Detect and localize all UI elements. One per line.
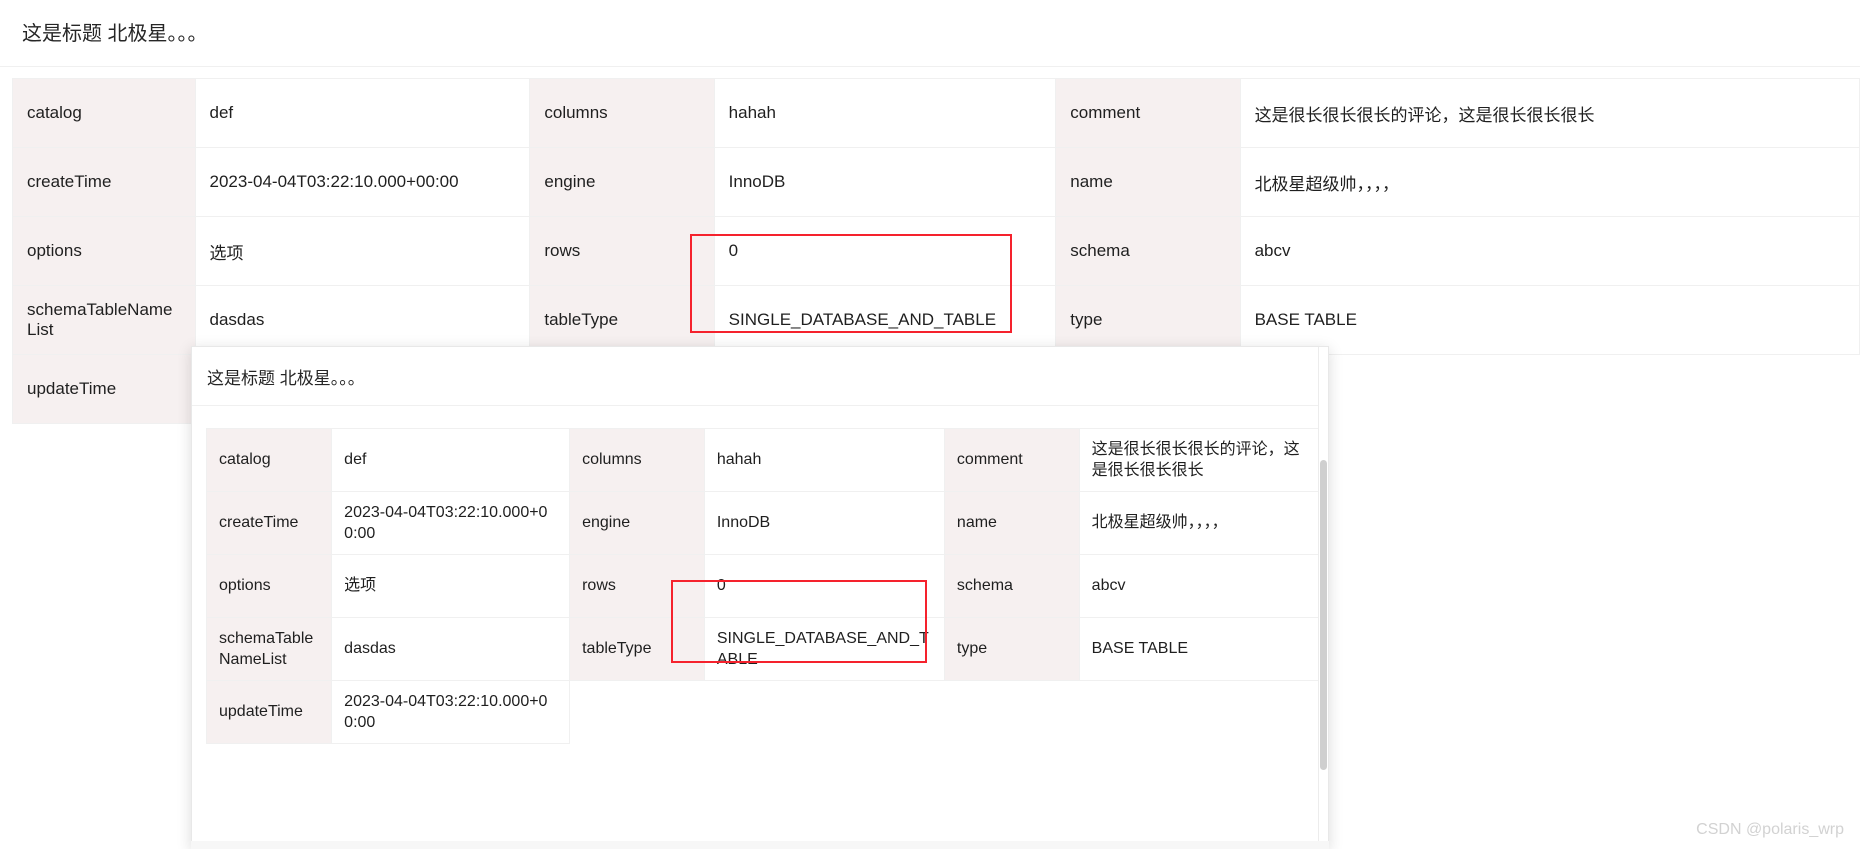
top-label-tabletype: tableType xyxy=(529,285,715,355)
panel-title-divider xyxy=(192,405,1328,406)
panel-bottom-shade xyxy=(191,841,1329,849)
panel-value-columns: hahah xyxy=(704,428,945,492)
panel-value-tabletype: SINGLE_DATABASE_AND_TABLE xyxy=(704,617,945,681)
panel-value-options: 选项 xyxy=(331,554,571,618)
top-title-divider xyxy=(0,66,1860,67)
top-label-createtime: createTime xyxy=(12,147,196,217)
panel-label-tabletype: tableType xyxy=(569,617,705,681)
panel-value-engine: InnoDB xyxy=(704,491,945,555)
top-label-catalog: catalog xyxy=(12,78,196,148)
table-row: options 选项 rows 0 schema abcv xyxy=(206,554,1328,618)
top-page-title: 这是标题 北极星。。。 xyxy=(22,23,208,45)
top-value-columns: hahah xyxy=(714,78,1057,148)
panel-title: 这是标题 北极星。。。 xyxy=(207,369,365,388)
preview-panel[interactable]: 这是标题 北极星。。。 catalog def columns hahah co… xyxy=(191,346,1329,849)
top-value-tabletype: SINGLE_DATABASE_AND_TABLE xyxy=(714,285,1057,355)
panel-value-type: BASE TABLE xyxy=(1079,617,1328,681)
panel-value-updatetime: 2023-04-04T03:22:10.000+00:00 xyxy=(331,680,571,744)
panel-value-name: 北极星超级帅，，，， xyxy=(1079,491,1328,555)
top-label-comment: comment xyxy=(1055,78,1241,148)
panel-label-updatetime: updateTime xyxy=(206,680,333,744)
panel-value-createtime: 2023-04-04T03:22:10.000+00:00 xyxy=(331,491,571,555)
table-row: createTime 2023-04-04T03:22:10.000+00:00… xyxy=(206,491,1328,555)
panel-label-schema: schema xyxy=(944,554,1080,618)
top-label-engine: engine xyxy=(529,147,715,217)
top-value-engine: InnoDB xyxy=(714,147,1057,217)
top-value-rows: 0 xyxy=(714,216,1057,286)
watermark: CSDN @polaris_wrp xyxy=(1696,821,1844,838)
table-row: schemaTableNameList dasdas tableType SIN… xyxy=(206,617,1328,681)
table-row: options 选项 rows 0 schema abcv xyxy=(12,216,1860,286)
panel-vertical-scrollbar[interactable] xyxy=(1318,347,1328,848)
panel-value-rows: 0 xyxy=(704,554,945,618)
top-value-schematablenamelist: dasdas xyxy=(195,285,531,355)
panel-label-comment: comment xyxy=(944,428,1080,492)
table-row: updateTime 2023-04-04T03:22:10.000+00:00 xyxy=(206,680,1328,744)
top-label-rows: rows xyxy=(529,216,715,286)
top-label-updatetime: updateTime xyxy=(12,354,196,424)
top-value-schema: abcv xyxy=(1240,216,1860,286)
table-row: catalog def columns hahah comment 这是很长很长… xyxy=(12,78,1860,148)
top-label-type: type xyxy=(1055,285,1241,355)
panel-value-schema: abcv xyxy=(1079,554,1328,618)
top-value-comment: 这是很长很长很长的评论，这是很长很长很长 xyxy=(1240,78,1860,148)
table-row: catalog def columns hahah comment 这是很长很长… xyxy=(206,428,1328,492)
panel-descriptions-table: catalog def columns hahah comment 这是很长很长… xyxy=(206,428,1328,744)
top-label-columns: columns xyxy=(529,78,715,148)
panel-label-catalog: catalog xyxy=(206,428,333,492)
top-label-schematablenamelist: schemaTableNameList xyxy=(12,285,196,355)
panel-label-type: type xyxy=(944,617,1080,681)
panel-label-schematablenamelist: schemaTableNameList xyxy=(206,617,333,681)
panel-label-engine: engine xyxy=(569,491,705,555)
table-row: schemaTableNameList dasdas tableType SIN… xyxy=(12,285,1860,355)
top-value-options: 选项 xyxy=(195,216,531,286)
panel-label-name: name xyxy=(944,491,1080,555)
panel-label-options: options xyxy=(206,554,333,618)
top-label-name: name xyxy=(1055,147,1241,217)
panel-value-schematablenamelist: dasdas xyxy=(331,617,571,681)
panel-value-catalog: def xyxy=(331,428,571,492)
top-label-schema: schema xyxy=(1055,216,1241,286)
panel-label-columns: columns xyxy=(569,428,705,492)
top-value-createtime: 2023-04-04T03:22:10.000+00:00 xyxy=(195,147,531,217)
top-value-catalog: def xyxy=(195,78,531,148)
panel-label-createtime: createTime xyxy=(206,491,333,555)
panel-label-rows: rows xyxy=(569,554,705,618)
panel-value-comment: 这是很长很长很长的评论，这是很长很长很长 xyxy=(1079,428,1328,492)
panel-scrollbar-thumb[interactable] xyxy=(1320,460,1327,770)
top-value-name: 北极星超级帅，，，， xyxy=(1240,147,1860,217)
table-row: createTime 2023-04-04T03:22:10.000+00:00… xyxy=(12,147,1860,217)
top-value-type: BASE TABLE xyxy=(1240,285,1860,355)
top-label-options: options xyxy=(12,216,196,286)
